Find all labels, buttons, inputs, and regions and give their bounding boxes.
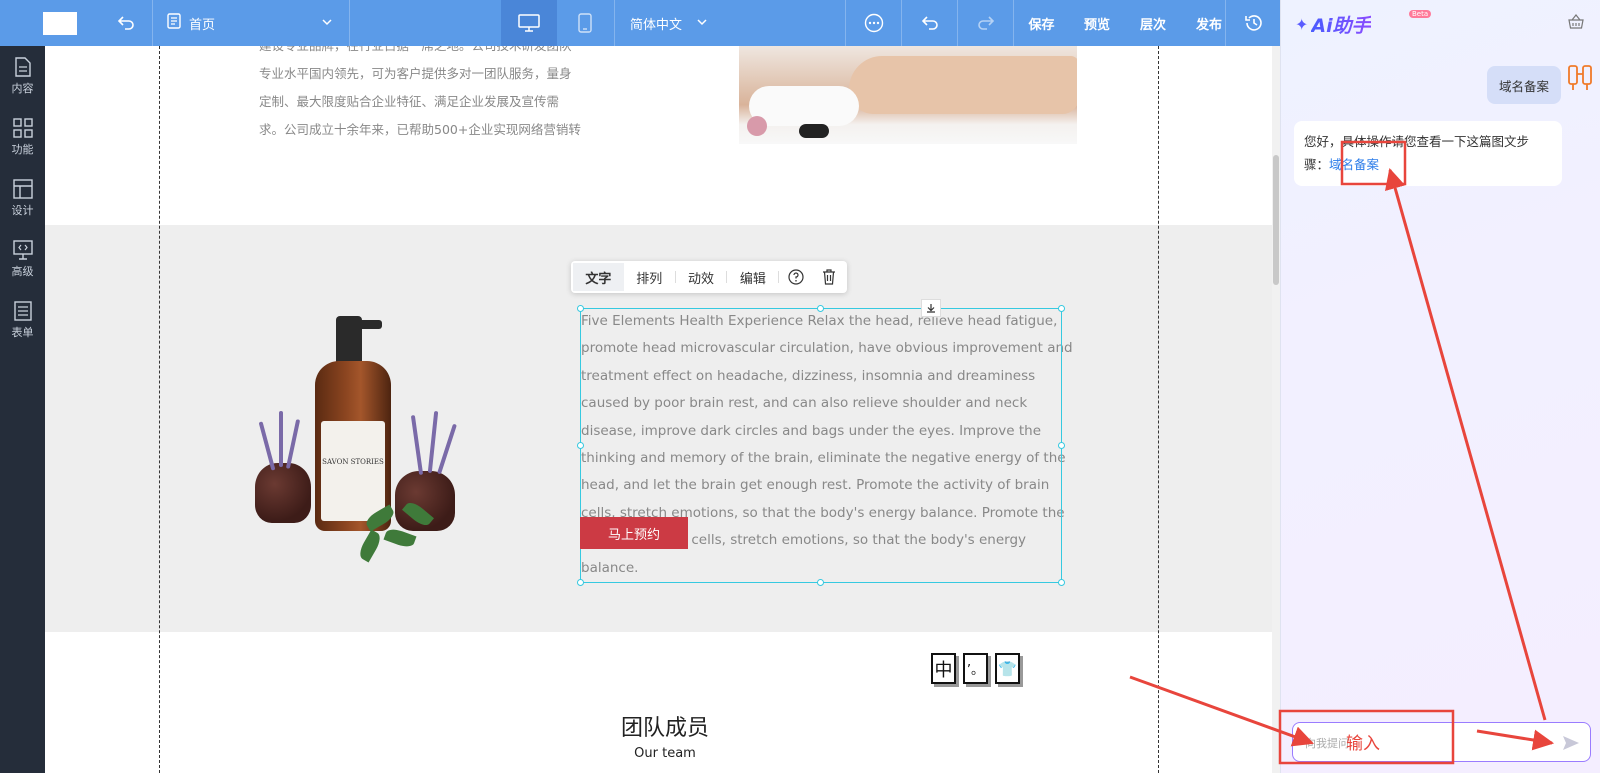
layout-icon [12, 178, 33, 199]
sidebar-item-design[interactable]: 设计 [0, 170, 45, 226]
mobile-view-button[interactable] [557, 0, 613, 46]
intro-line: 求。公司成立十余年来，已帮助500+企业实现网络营销转 [259, 122, 581, 137]
trash-icon [822, 269, 835, 285]
ai-assistant-panel: ✦ Ai助手 Beta 域名备案 您好，具体操作请您查看一下这篇图文步骤：域名备… [1280, 0, 1600, 773]
tshirt-icon[interactable]: 👕 [995, 653, 1020, 684]
resize-handle[interactable] [817, 305, 824, 312]
sidebar-item-forms[interactable]: 表单 [0, 292, 45, 348]
left-sidebar: 内容 功能 设计 高级 表单 [0, 46, 45, 773]
element-toolbar: 文字 排列 动效 编辑 [571, 261, 847, 293]
intro-line: 专业水平国内领先，可为客户提供多对一团队服务，量身 [259, 66, 572, 81]
help-button[interactable] [779, 263, 812, 291]
sidebar-item-label: 内容 [11, 81, 34, 95]
user-avatar-icon [1567, 64, 1595, 92]
more-button[interactable] [845, 0, 901, 46]
ai-input-box[interactable] [1292, 722, 1591, 762]
preview-button[interactable]: 预览 [1069, 0, 1125, 46]
history-button[interactable] [1225, 0, 1281, 46]
desktop-view-button[interactable] [501, 0, 557, 46]
resize-handle[interactable] [577, 442, 584, 449]
sidebar-item-features[interactable]: 功能 [0, 109, 45, 165]
bot-message-link[interactable]: 域名备案 [1329, 157, 1379, 172]
send-icon [1563, 736, 1579, 750]
canvas-scrollbar-thumb[interactable] [1273, 155, 1279, 285]
more-icon [864, 13, 883, 33]
editor-canvas[interactable]: 建设专业品牌，在行业占据一席之地。公司技术研发团队 专业水平国内领先，可为客户提… [45, 46, 1272, 773]
chinese-char-icon[interactable]: 中 [931, 653, 956, 684]
ai-settings-button[interactable] [1568, 14, 1584, 34]
sidebar-item-advanced[interactable]: 高级 [0, 231, 45, 287]
undo-icon [921, 16, 938, 30]
download-button[interactable] [921, 299, 941, 317]
ai-assistant-title: Ai助手 [1311, 11, 1370, 38]
team-section-title[interactable]: 团队成员 [605, 710, 725, 742]
annotation-label-input: 输入 [1346, 734, 1380, 754]
resize-handle[interactable] [817, 579, 824, 586]
book-now-button[interactable]: 马上预约 [580, 517, 688, 549]
sidebar-item-label: 高级 [11, 264, 34, 278]
ai-question-input[interactable] [1305, 734, 1545, 752]
tab-text[interactable]: 文字 [573, 263, 624, 291]
document-icon [14, 56, 31, 77]
resize-handle[interactable] [1058, 305, 1065, 312]
redo-icon [977, 16, 994, 30]
resize-handle[interactable] [577, 305, 584, 312]
resize-handle[interactable] [1058, 579, 1065, 586]
sidebar-item-label: 设计 [11, 203, 34, 217]
delete-button[interactable] [812, 263, 845, 291]
desktop-icon [518, 14, 540, 32]
code-monitor-icon [12, 239, 33, 260]
left-guide-line [159, 46, 160, 773]
team-section-subtitle[interactable]: Our team [605, 746, 725, 761]
floating-icon-group: 中 ’。 👕 [931, 653, 1020, 684]
download-icon [927, 304, 935, 313]
undo-button[interactable] [901, 0, 957, 46]
language-selector[interactable]: 简体中文 [614, 0, 722, 46]
top-toolbar: 首页 简体中文 保存 预览 层次 发布 [0, 0, 1280, 46]
chevron-down-icon [696, 16, 708, 32]
user-message-bubble: 域名备案 [1487, 66, 1561, 104]
punctuation-icon[interactable]: ’。 [963, 653, 988, 684]
intro-line: 定制、最大限度贴合企业特征、满足企业发展及宣传需 [259, 94, 560, 109]
sidebar-item-label: 功能 [11, 142, 34, 156]
bottle-label-text: SAVON STORIES [322, 458, 384, 466]
beta-badge: Beta [1409, 10, 1432, 18]
grid-icon [12, 117, 33, 138]
tab-animation[interactable]: 动效 [676, 263, 727, 291]
sidebar-item-label: 表单 [11, 325, 34, 339]
bot-message-bubble: 您好，具体操作请您查看一下这篇图文步骤：域名备案 [1294, 121, 1562, 186]
ai-assistant-logo: ✦ Ai助手 Beta [1295, 10, 1432, 38]
resize-handle[interactable] [577, 579, 584, 586]
chevron-down-icon [321, 16, 333, 32]
tab-arrange[interactable]: 排列 [624, 263, 675, 291]
right-guide-line [1158, 46, 1159, 773]
basket-icon [1568, 14, 1584, 29]
layers-button[interactable]: 层次 [1125, 0, 1181, 46]
help-icon [788, 269, 804, 285]
sparkle-icon: ✦ [1295, 15, 1309, 34]
intro-line: 建设专业品牌，在行业占据一席之地。公司技术研发团队 [259, 46, 619, 60]
mobile-icon [578, 13, 592, 33]
site-logo[interactable] [43, 12, 77, 35]
language-label: 简体中文 [630, 17, 683, 33]
save-button[interactable]: 保存 [1013, 0, 1069, 46]
send-button[interactable] [1560, 733, 1582, 753]
page-icon [167, 13, 181, 33]
soap-bottle-image[interactable]: SAVON STORIES [245, 311, 505, 563]
form-icon [13, 300, 32, 321]
history-icon [1244, 15, 1262, 31]
redo-button[interactable] [957, 0, 1013, 46]
tab-edit[interactable]: 编辑 [727, 263, 778, 291]
spa-massage-image[interactable] [739, 46, 1077, 144]
resize-handle[interactable] [1058, 442, 1065, 449]
sidebar-item-content[interactable]: 内容 [0, 48, 45, 104]
intro-paragraph[interactable]: 建设专业品牌，在行业占据一席之地。公司技术研发团队 专业水平国内领先，可为客户提… [259, 46, 619, 156]
page-selector[interactable]: 首页 [152, 0, 350, 46]
back-icon[interactable] [113, 11, 139, 35]
page-name: 首页 [189, 17, 216, 33]
